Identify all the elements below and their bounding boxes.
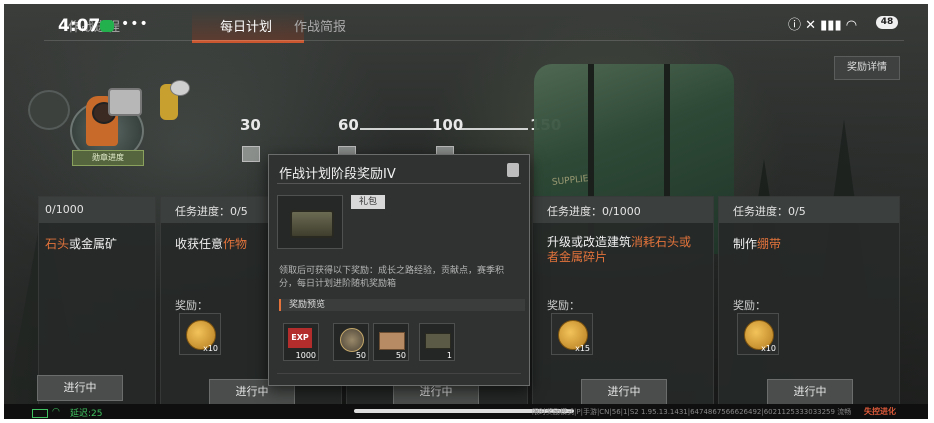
medal-progress-badge[interactable]: 勋章进度 [72, 150, 144, 166]
header-divider [44, 40, 904, 41]
task-title: 制作绷带 [733, 235, 781, 252]
milestone-label: 60 [338, 116, 359, 134]
reward-preview-label: 奖励预览 [279, 299, 525, 311]
gift-pack-tag: 礼包 [351, 195, 385, 209]
reward-quantity: x10 [761, 344, 776, 353]
stage-reward-popup: 作战计划阶段奖励IV 礼包 领取后可获得以下奖励：成长之路经验，贡献点，赛季积分… [268, 154, 530, 386]
emblem-icon [28, 90, 70, 130]
reward-item[interactable]: x10 [179, 313, 221, 355]
system-status-icons: ⓘ ✕ ▮▮▮ ◠ [788, 18, 858, 33]
task-progress: 任务进度：0/5 [175, 205, 248, 218]
reward-item[interactable]: x15 [551, 313, 593, 355]
task-title: 升级或改造建筑消耗石头或者金属碎片 [547, 235, 697, 265]
task-title-text: 制作 [733, 237, 758, 251]
tab-daily-plan[interactable]: 每日计划 [220, 16, 272, 35]
gift-pack-image [277, 195, 343, 249]
task-highlight: 绷带 [757, 237, 782, 251]
in-progress-button[interactable]: 进行中 [767, 379, 853, 405]
progress-track-segment [456, 128, 528, 130]
task-title-text: 升级或改造建筑 [547, 235, 632, 249]
build-info: 限时奖励模式|P|手游|CN|56|1|S2 1.95.13.1431|6474… [532, 408, 852, 416]
reward-quantity: 1 [446, 351, 452, 360]
reward-quantity: x10 [203, 344, 218, 353]
reward-quantity: x15 [575, 344, 590, 353]
more-dots: ••• [121, 16, 149, 32]
reward-label: 奖励： [547, 299, 580, 312]
popup-divider [277, 183, 521, 184]
medal-icon [340, 328, 364, 352]
reward-item-exp[interactable]: EXP 1000 [283, 323, 319, 361]
brand-label: 失控进化 [864, 407, 896, 416]
task-title: 收获任意作物 [175, 235, 247, 252]
tab-battle-brief[interactable]: 作战简报 [294, 16, 346, 35]
popup-description: 领取后可获得以下奖励：成长之路经验，贡献点，赛季积分，每日计划进阶随机奖励箱 [279, 266, 505, 289]
status-time: 4:07 [58, 16, 101, 36]
task-card: 任务进度：0/5 制作绷带 奖励： x10 进行中 [718, 196, 900, 414]
progress-track-segment [360, 128, 440, 130]
popup-title: 作战计划阶段奖励IV [279, 167, 396, 182]
milestone-label: 30 [240, 116, 261, 134]
crate-icon [290, 210, 334, 238]
wechat-icon [100, 20, 114, 32]
task-card: 0/1000 石头或金属矿 进行中 [37, 196, 156, 414]
sign-icon [108, 88, 142, 116]
battery-icon: 48 [876, 16, 898, 29]
in-progress-button[interactable]: 进行中 [37, 375, 123, 401]
chest-icon [425, 333, 451, 349]
task-title-text: 或金属矿 [69, 237, 118, 251]
reward-quantity: 50 [395, 351, 406, 360]
task-card: 任务进度：0/1000 升级或改造建筑消耗石头或者金属碎片 奖励： x15 进行… [532, 196, 714, 414]
battery-small-icon [32, 409, 48, 418]
reward-quantity: 1000 [295, 351, 316, 360]
milestone-label: 100 [432, 116, 464, 134]
task-title-text: 收获任意 [175, 237, 224, 251]
task-progress: 任务进度：0/5 [733, 205, 806, 218]
wifi-icon: ◠ [52, 407, 60, 417]
reward-label: 奖励： [175, 299, 208, 312]
in-progress-button[interactable]: 进行中 [581, 379, 667, 405]
book-icon[interactable] [507, 163, 519, 177]
task-progress: 0/1000 [45, 203, 84, 216]
reward-item-box[interactable]: 50 [373, 323, 409, 361]
reward-item[interactable]: x10 [737, 313, 779, 355]
reward-item-medal[interactable]: 50 [333, 323, 369, 361]
task-title: 石头或金属矿 [45, 235, 117, 252]
milestone-chest-icon[interactable] [242, 146, 260, 162]
reward-quantity: 50 [355, 351, 366, 360]
game-screen: 作战进程 每日计划 作战简报 4:07 ••• ⓘ ✕ ▮▮▮ ◠ 48 奖励详… [4, 4, 928, 419]
popup-bottom-divider [277, 373, 521, 374]
task-highlight: 作物 [223, 237, 248, 251]
task-highlight: 石头 [45, 237, 70, 251]
reward-item-chest[interactable]: 1 [419, 323, 455, 361]
reward-label: 奖励： [733, 299, 766, 312]
reward-details-button[interactable]: 奖励详情 [834, 56, 900, 80]
exp-icon: EXP [288, 328, 312, 348]
latency-label: 延迟:25 [70, 409, 103, 419]
task-progress: 任务进度：0/1000 [547, 205, 641, 218]
supply-box-icon [379, 332, 405, 350]
progress-marker-sign-icon [170, 80, 190, 96]
